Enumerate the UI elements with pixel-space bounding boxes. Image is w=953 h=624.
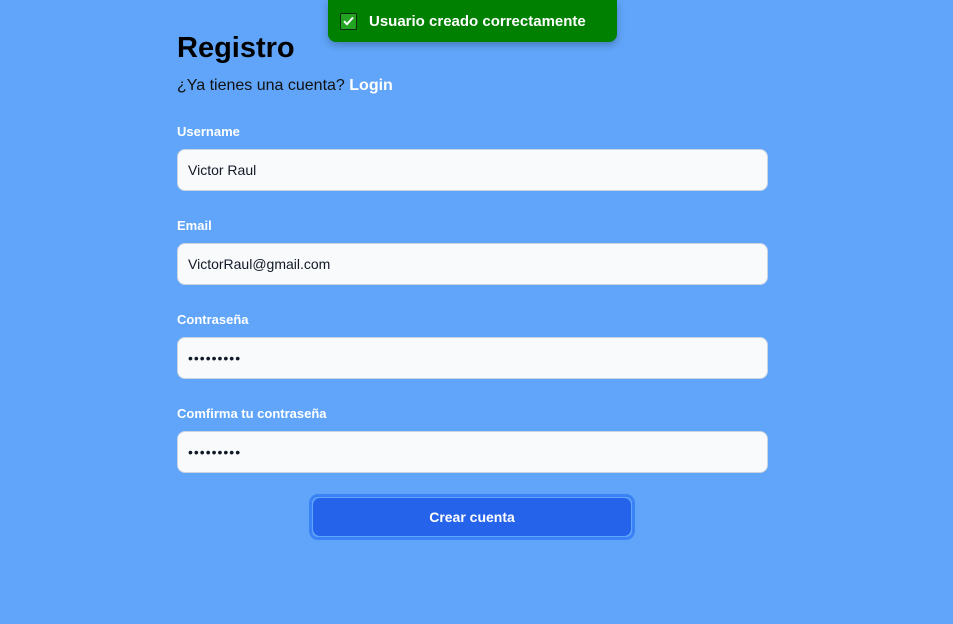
create-account-button-focus-ring: Crear cuenta bbox=[309, 494, 635, 540]
toast-message: Usuario creado correctamente bbox=[369, 12, 586, 30]
email-input[interactable] bbox=[177, 243, 768, 285]
password-input[interactable] bbox=[177, 337, 768, 379]
confirm-password-label: Comfirma tu contraseña bbox=[177, 406, 327, 421]
login-prompt: ¿Ya tienes una cuenta? Login bbox=[177, 76, 393, 96]
username-input[interactable] bbox=[177, 149, 768, 191]
login-link[interactable]: Login bbox=[349, 77, 393, 94]
create-account-button[interactable]: Crear cuenta bbox=[313, 498, 631, 536]
username-label: Username bbox=[177, 124, 240, 139]
email-label: Email bbox=[177, 218, 212, 233]
page-title: Registro bbox=[177, 32, 295, 64]
success-toast: Usuario creado correctamente bbox=[328, 0, 617, 42]
confirm-password-input[interactable] bbox=[177, 431, 768, 473]
password-label: Contraseña bbox=[177, 312, 249, 327]
check-icon bbox=[340, 12, 357, 30]
login-prompt-text: ¿Ya tienes una cuenta? bbox=[177, 77, 345, 94]
